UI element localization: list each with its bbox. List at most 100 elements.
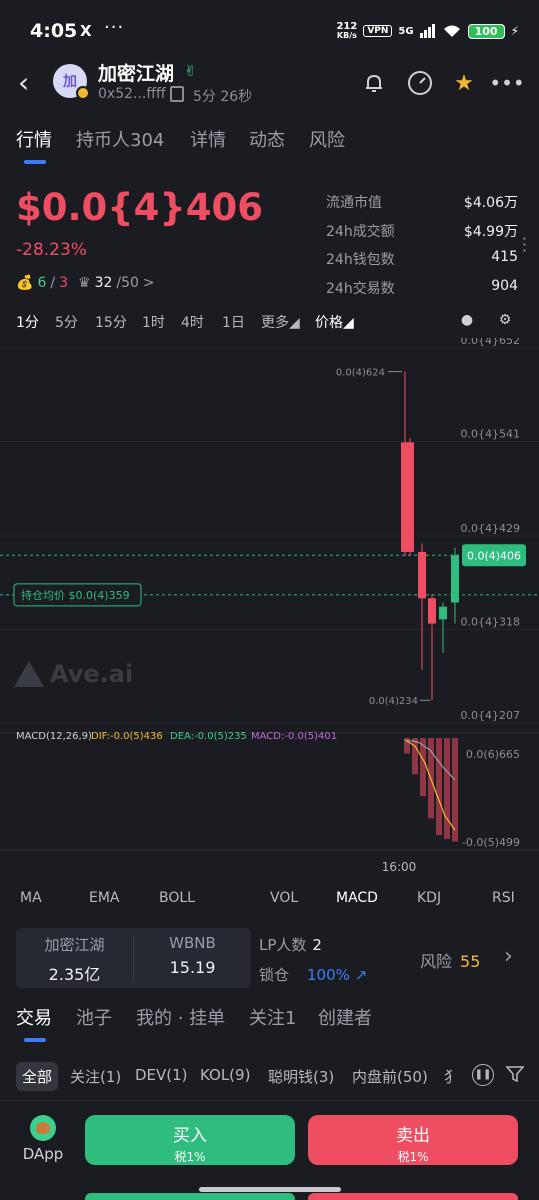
filter-presale[interactable]: 内盘前(50) bbox=[352, 1066, 428, 1087]
ind-rsi[interactable]: RSI bbox=[492, 890, 515, 906]
macd-tick-top: 0.0(6)665 bbox=[466, 748, 520, 761]
tab-my-orders[interactable]: 我的 · 挂单 bbox=[136, 1004, 225, 1030]
net-speed-unit: KB/s bbox=[336, 31, 357, 40]
dapp-button[interactable]: DApp bbox=[18, 1115, 68, 1163]
stats-more-icon[interactable]: · · · bbox=[522, 231, 527, 259]
chip1-sep: / bbox=[50, 275, 56, 291]
filter-following[interactable]: 关注(1) bbox=[70, 1066, 121, 1087]
filter-kol[interactable]: KOL(9) bbox=[200, 1066, 250, 1084]
ind-ma[interactable]: MA bbox=[20, 890, 42, 906]
lock-label: 锁仓 bbox=[259, 966, 290, 984]
tf-4h[interactable]: 4时 bbox=[181, 312, 204, 332]
filter-smart-money[interactable]: 聪明钱(3) bbox=[268, 1066, 334, 1087]
stat-value: 904 bbox=[491, 277, 518, 294]
back-button[interactable]: ‹ bbox=[18, 66, 29, 99]
tab-holders[interactable]: 持币人304 bbox=[76, 126, 164, 152]
ind-kdj[interactable]: KDJ bbox=[417, 890, 441, 906]
x-tick-label: 16:00 bbox=[382, 860, 417, 874]
crown-icon: ♛ bbox=[78, 275, 91, 291]
avg-hold-text: 持仓均价 $0.0(4)359 bbox=[21, 588, 130, 602]
chip1-a: 6 bbox=[37, 275, 47, 291]
lp-label: LP人数 bbox=[259, 936, 307, 954]
chip1-b: 3 bbox=[59, 275, 68, 291]
signal-label: 5G bbox=[398, 25, 414, 37]
chart-settings-icon[interactable]: ⚙ bbox=[495, 312, 515, 332]
price-mode-select[interactable]: 价格◢ bbox=[315, 312, 354, 332]
candle-body bbox=[439, 606, 447, 620]
pool-card[interactable]: 加密江湖 2.35亿 WBNB 15.19 bbox=[16, 928, 251, 988]
ind-ema[interactable]: EMA bbox=[89, 890, 120, 906]
star-icon[interactable]: ★ bbox=[451, 70, 477, 96]
buy-label: 买入 bbox=[173, 1126, 207, 1146]
candle-body bbox=[406, 442, 414, 552]
trade-tab-underline bbox=[24, 1038, 46, 1042]
bell-icon[interactable] bbox=[361, 70, 387, 96]
stat-key: 流通市值 bbox=[326, 195, 382, 211]
crown-chip[interactable]: ♛ 32 /50 > bbox=[78, 275, 155, 291]
moneybag-chip[interactable]: 💰 6 / 3 bbox=[16, 275, 68, 291]
stat-value: 415 bbox=[491, 249, 518, 265]
tf-15m[interactable]: 15分 bbox=[95, 312, 127, 332]
peek-buy-button bbox=[85, 1193, 295, 1200]
net-speed-value: 212 bbox=[336, 21, 358, 32]
wifi-icon bbox=[443, 25, 460, 37]
price-chart[interactable]: 0.0{4}652 0.0{4}541 0.0{4}429 0.0{4}318 0.0{… bbox=[0, 334, 539, 878]
tab-trades[interactable]: 交易 bbox=[16, 1004, 52, 1030]
macd-bar bbox=[412, 738, 418, 775]
sell-button[interactable]: 卖出 税1% bbox=[308, 1115, 518, 1165]
stat-value: $4.06万 bbox=[463, 195, 518, 211]
tf-more[interactable]: 更多◢ bbox=[261, 312, 300, 332]
moneybag-icon: 💰 bbox=[16, 275, 34, 291]
ind-vol[interactable]: VOL bbox=[270, 890, 298, 906]
stats-panel: 流通市值 $4.06万 24h成交额 $4.99万 24h钱包数 415 24h交易数… bbox=[326, 192, 518, 306]
timeframe-bar: 1分 5分 15分 1时 4时 1日 更多◢ 价格◢ ● ⚙ bbox=[0, 308, 539, 336]
high-label: 0.0(4)624 bbox=[336, 368, 385, 379]
candle-body bbox=[428, 598, 436, 624]
buy-button[interactable]: 买入 税1% bbox=[85, 1115, 295, 1165]
risk-chevron-icon[interactable]: › bbox=[504, 944, 513, 969]
trade-filters: 全部 关注(1) DEV(1) KOL(9) 聪明钱(3) 内盘前(50) 犭 … bbox=[0, 1058, 539, 1094]
current-price: $0.0{4}406 bbox=[16, 186, 263, 229]
tab-activity[interactable]: 动态 bbox=[249, 126, 285, 152]
dapp-label: DApp bbox=[22, 1145, 64, 1163]
risk-label: 风险 bbox=[420, 952, 453, 971]
tf-1h[interactable]: 1时 bbox=[142, 312, 165, 332]
y-tick-label: 0.0{4}541 bbox=[461, 428, 521, 441]
ind-macd[interactable]: MACD bbox=[336, 890, 378, 906]
current-price-tag-text: 0.0(4)406 bbox=[467, 549, 521, 562]
more-icon[interactable]: ••• bbox=[489, 70, 524, 96]
ind-boll[interactable]: BOLL bbox=[159, 890, 195, 906]
lp-count: LP人数 2 bbox=[259, 934, 322, 955]
token-header: ‹ 加 加密江湖 ✌ 0x52...ffff 5分 26秒 ★ ••• bbox=[0, 56, 539, 112]
filter-all[interactable]: 全部 bbox=[16, 1062, 59, 1091]
charging-icon: ⚡ bbox=[510, 24, 519, 38]
filter-truncated[interactable]: 犭 bbox=[444, 1066, 454, 1087]
tab-following[interactable]: 关注1 bbox=[249, 1004, 296, 1030]
candle-body bbox=[418, 551, 426, 599]
tab-pools[interactable]: 池子 bbox=[76, 1004, 112, 1030]
filter-dev[interactable]: DEV(1) bbox=[135, 1066, 188, 1084]
pause-icon[interactable]: ❚❚ bbox=[472, 1064, 494, 1086]
risk-score[interactable]: 风险 55 bbox=[420, 948, 480, 972]
vpn-icon: VPN bbox=[363, 25, 393, 37]
tab-creator[interactable]: 创建者 bbox=[318, 1004, 372, 1030]
copy-icon[interactable] bbox=[170, 86, 184, 102]
victory-hand-icon: ✌ bbox=[184, 62, 197, 80]
tf-5m[interactable]: 5分 bbox=[55, 312, 78, 332]
candle-body bbox=[451, 555, 459, 603]
chip2-a: 32 bbox=[94, 275, 113, 291]
funnel-icon[interactable] bbox=[505, 1064, 525, 1088]
battery-icon: 100 bbox=[467, 23, 505, 39]
tf-1m[interactable]: 1分 bbox=[16, 312, 39, 332]
tab-market[interactable]: 行情 bbox=[16, 126, 52, 152]
y-tick-label: 0.0{4}429 bbox=[461, 522, 521, 535]
tf-1d[interactable]: 1日 bbox=[222, 312, 245, 332]
tab-details[interactable]: 详情 bbox=[190, 126, 226, 152]
lock-info[interactable]: 锁仓 100% ↗ bbox=[259, 964, 367, 985]
gauge-icon[interactable] bbox=[407, 70, 433, 96]
home-indicator bbox=[199, 1187, 341, 1192]
stat-row: 流通市值 $4.06万 bbox=[326, 192, 518, 221]
tab-risk[interactable]: 风险 bbox=[309, 126, 345, 152]
tab-underline bbox=[24, 160, 46, 164]
chart-style-icon[interactable]: ● bbox=[457, 312, 477, 332]
